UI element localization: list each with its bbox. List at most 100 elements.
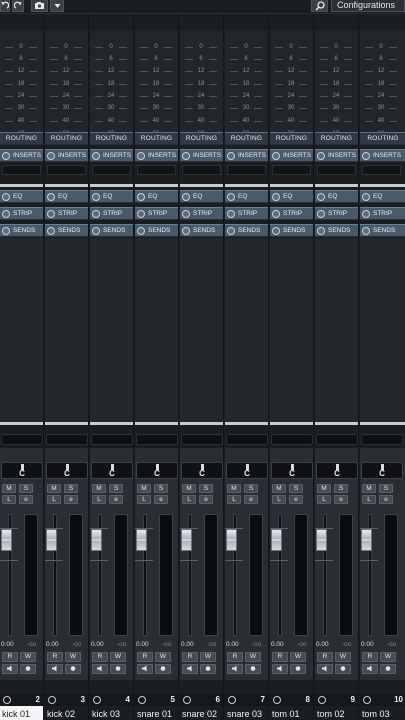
inserts-power-icon[interactable]: [227, 152, 235, 160]
sends-section-button[interactable]: SENDS: [270, 224, 313, 237]
routing-section-button[interactable]: ROUTING: [0, 132, 43, 145]
mute-button[interactable]: M: [317, 484, 331, 493]
eq-power-icon[interactable]: [272, 193, 280, 201]
monitor-button[interactable]: [227, 664, 243, 674]
sends-section-button[interactable]: SENDS: [360, 224, 405, 237]
listen-button[interactable]: L: [2, 495, 16, 504]
write-automation-button[interactable]: W: [20, 652, 36, 662]
inserts-section-button[interactable]: INSERTS: [180, 149, 223, 162]
eq-power-icon[interactable]: [227, 193, 235, 201]
pan-control[interactable]: C: [136, 462, 178, 479]
strip-power-icon[interactable]: [92, 210, 100, 218]
write-automation-button[interactable]: W: [200, 652, 216, 662]
strip-section-button[interactable]: STRIP: [90, 207, 133, 220]
sends-section-button[interactable]: SENDS: [90, 224, 133, 237]
pan-control[interactable]: C: [271, 462, 313, 479]
read-automation-button[interactable]: R: [182, 652, 198, 662]
record-enable-button[interactable]: [20, 664, 36, 674]
volume-value[interactable]: 0.00: [1, 641, 14, 648]
monitor-button[interactable]: [182, 664, 198, 674]
write-automation-button[interactable]: W: [380, 652, 396, 662]
sends-power-icon[interactable]: [272, 227, 280, 235]
peak-value[interactable]: -oo: [162, 641, 171, 648]
volume-value[interactable]: 0.00: [46, 641, 59, 648]
write-automation-button[interactable]: W: [290, 652, 306, 662]
routing-section-button[interactable]: ROUTING: [270, 132, 313, 145]
volume-value[interactable]: 0.00: [226, 641, 239, 648]
insert-slot[interactable]: [47, 165, 86, 175]
volume-fader-handle[interactable]: [91, 529, 102, 551]
inserts-section-button[interactable]: INSERTS: [360, 149, 405, 162]
inserts-power-icon[interactable]: [47, 152, 55, 160]
sends-power-icon[interactable]: [227, 227, 235, 235]
volume-fader-handle[interactable]: [271, 529, 282, 551]
channel-name[interactable]: tom 02: [315, 706, 358, 720]
pan-control[interactable]: C: [91, 462, 133, 479]
listen-button[interactable]: L: [47, 495, 61, 504]
strip-power-icon[interactable]: [362, 210, 370, 218]
insert-slot[interactable]: [182, 165, 221, 175]
solo-button[interactable]: S: [379, 484, 393, 493]
mute-button[interactable]: M: [362, 484, 376, 493]
write-automation-button[interactable]: W: [335, 652, 351, 662]
record-enable-button[interactable]: [200, 664, 216, 674]
inserts-section-button[interactable]: INSERTS: [315, 149, 358, 162]
solo-button[interactable]: S: [64, 484, 78, 493]
listen-button[interactable]: L: [137, 495, 151, 504]
channel-link-icon[interactable]: [138, 696, 146, 704]
eq-section-button[interactable]: EQ: [135, 190, 178, 203]
monitor-button[interactable]: [92, 664, 108, 674]
peak-value[interactable]: -oo: [72, 641, 81, 648]
strip-section-button[interactable]: STRIP: [45, 207, 88, 220]
channel-name[interactable]: kick 02: [45, 706, 88, 720]
eq-section-button[interactable]: EQ: [180, 190, 223, 203]
volume-fader-handle[interactable]: [181, 529, 192, 551]
redo-button[interactable]: [12, 0, 24, 12]
channel-name[interactable]: tom 01: [270, 706, 313, 720]
mute-button[interactable]: M: [92, 484, 106, 493]
listen-button[interactable]: L: [272, 495, 286, 504]
read-automation-button[interactable]: R: [92, 652, 108, 662]
solo-button[interactable]: S: [244, 484, 258, 493]
strip-power-icon[interactable]: [47, 210, 55, 218]
solo-button[interactable]: S: [289, 484, 303, 493]
strip-section-button[interactable]: STRIP: [180, 207, 223, 220]
volume-fader-handle[interactable]: [226, 529, 237, 551]
strip-section-button[interactable]: STRIP: [135, 207, 178, 220]
record-enable-button[interactable]: [245, 664, 261, 674]
edit-channel-button[interactable]: e: [334, 495, 348, 504]
monitor-button[interactable]: [317, 664, 333, 674]
insert-slot[interactable]: [92, 165, 131, 175]
write-automation-button[interactable]: W: [65, 652, 81, 662]
channel-slot[interactable]: [226, 434, 268, 445]
inserts-power-icon[interactable]: [272, 152, 280, 160]
routing-section-button[interactable]: ROUTING: [90, 132, 133, 145]
channel-name[interactable]: tom 03: [360, 706, 405, 720]
insert-slot[interactable]: [317, 165, 356, 175]
record-enable-button[interactable]: [110, 664, 126, 674]
sends-section-button[interactable]: SENDS: [45, 224, 88, 237]
channel-link-icon[interactable]: [183, 696, 191, 704]
inserts-power-icon[interactable]: [2, 152, 10, 160]
channel-link-icon[interactable]: [273, 696, 281, 704]
snapshot-button[interactable]: [31, 0, 48, 12]
edit-channel-button[interactable]: e: [19, 495, 33, 504]
write-automation-button[interactable]: W: [245, 652, 261, 662]
peak-value[interactable]: -oo: [252, 641, 261, 648]
channel-link-icon[interactable]: [363, 696, 371, 704]
volume-fader-handle[interactable]: [361, 529, 372, 551]
strip-power-icon[interactable]: [227, 210, 235, 218]
mute-button[interactable]: M: [182, 484, 196, 493]
inserts-power-icon[interactable]: [92, 152, 100, 160]
inserts-power-icon[interactable]: [362, 152, 370, 160]
eq-power-icon[interactable]: [137, 193, 145, 201]
sends-power-icon[interactable]: [137, 227, 145, 235]
sends-section-button[interactable]: SENDS: [315, 224, 358, 237]
monitor-button[interactable]: [362, 664, 378, 674]
edit-channel-button[interactable]: e: [379, 495, 393, 504]
eq-section-button[interactable]: EQ: [315, 190, 358, 203]
strip-power-icon[interactable]: [272, 210, 280, 218]
read-automation-button[interactable]: R: [2, 652, 18, 662]
solo-button[interactable]: S: [199, 484, 213, 493]
volume-value[interactable]: 0.00: [181, 641, 194, 648]
